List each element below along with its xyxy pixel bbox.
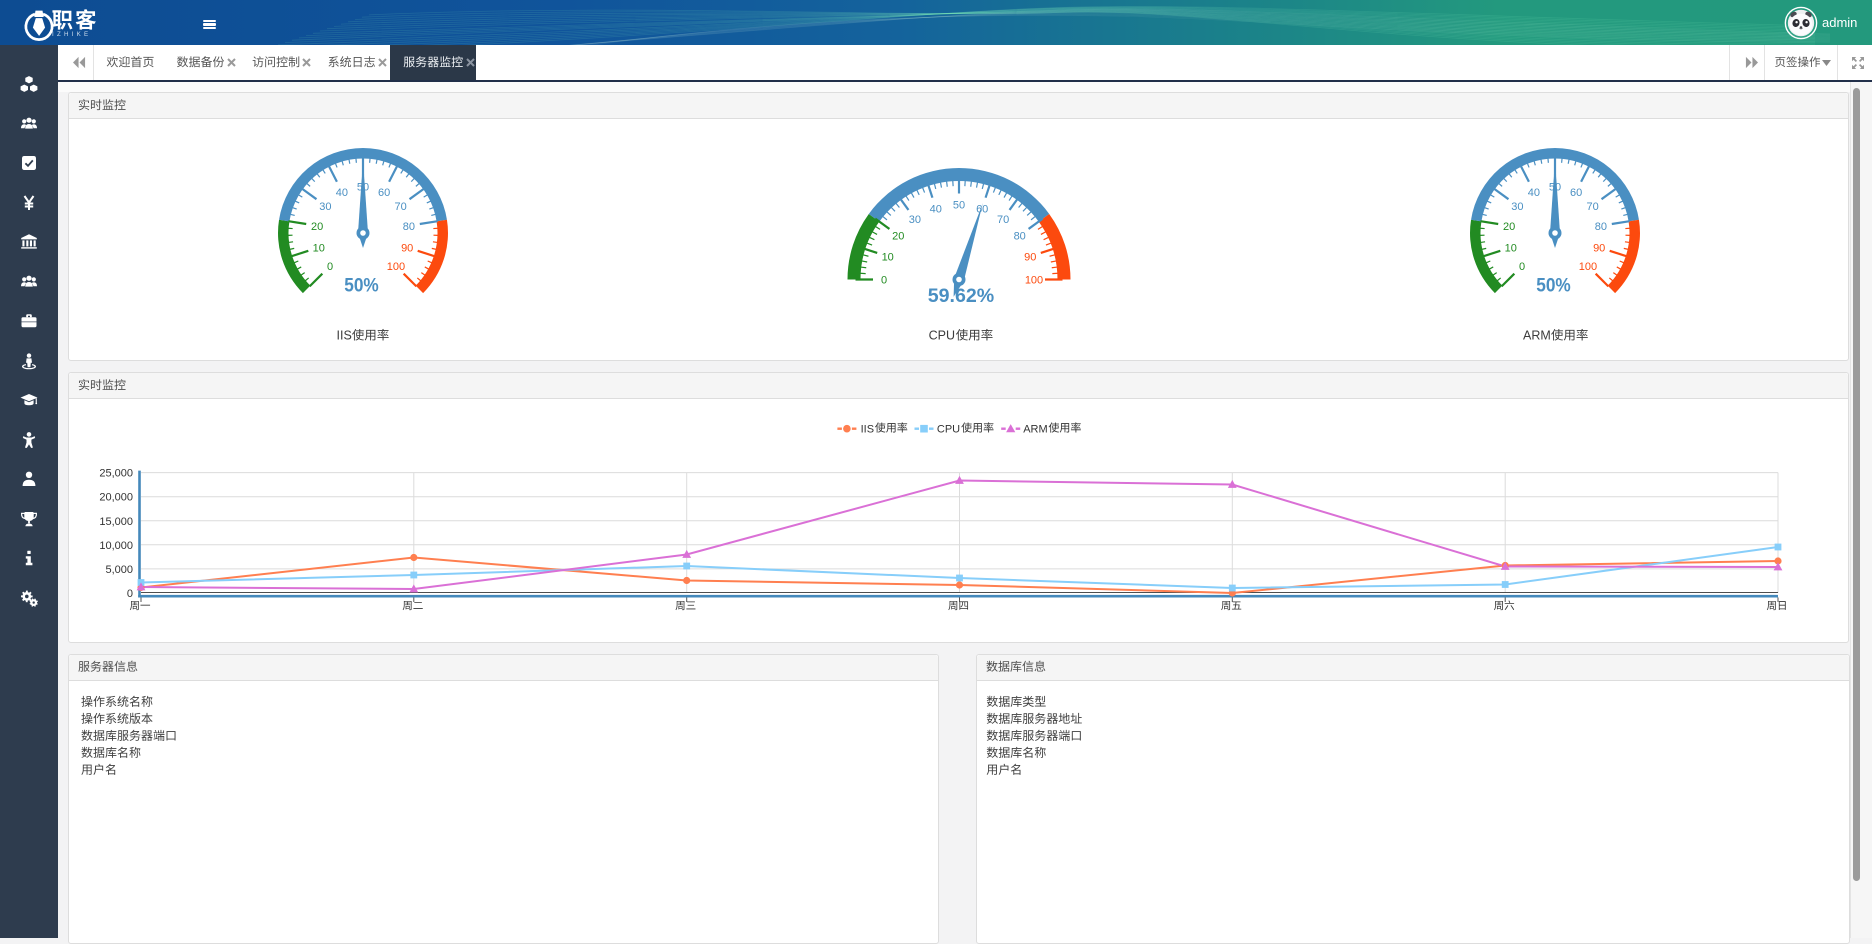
- svg-text:CPU: CPU: [929, 328, 955, 342]
- svg-text:ARM: ARM: [1523, 328, 1551, 342]
- svg-text:IIS: IIS: [337, 328, 352, 342]
